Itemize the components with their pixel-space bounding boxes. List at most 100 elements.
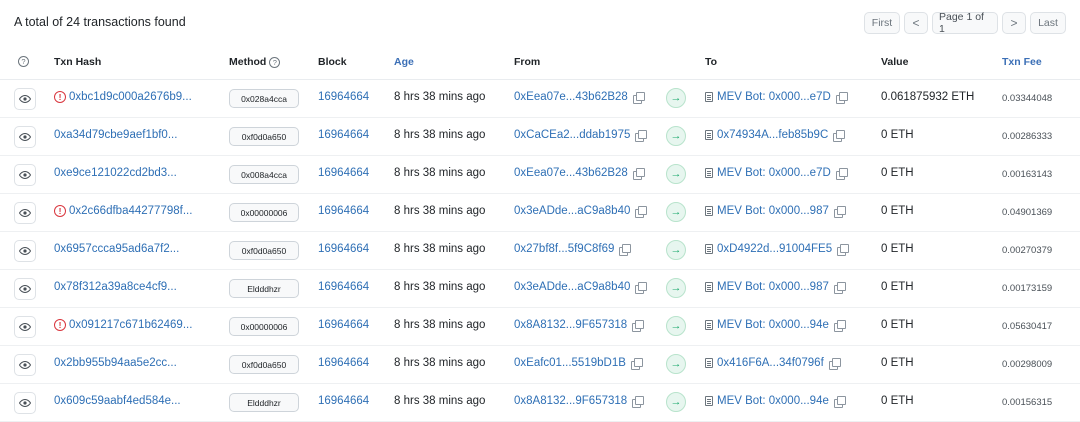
txn-fee-header[interactable]: Txn Fee bbox=[1002, 56, 1042, 68]
txn-fee-text: 0.05630417 bbox=[1002, 321, 1053, 332]
from-address-link[interactable]: 0xEea07e...43b62B28 bbox=[514, 91, 628, 103]
copy-icon[interactable] bbox=[833, 130, 846, 142]
view-details-button[interactable] bbox=[14, 316, 36, 338]
to-address-link[interactable]: MEV Bot: 0x000...987 bbox=[717, 281, 829, 293]
copy-icon[interactable] bbox=[630, 358, 643, 370]
copy-icon[interactable] bbox=[632, 168, 645, 180]
view-details-button[interactable] bbox=[14, 392, 36, 414]
table-row: ! 0x091217c671b62469... 0x00000006 16964… bbox=[0, 308, 1080, 346]
txn-hash-cell[interactable]: 0xe9ce121022cd2bd3... bbox=[54, 167, 177, 179]
txn-hash-cell[interactable]: 0x78f312a39a8ce4cf9... bbox=[54, 281, 177, 293]
txn-hash-cell[interactable]: 0x6957ccca95ad6a7f2... bbox=[54, 243, 179, 255]
view-details-button[interactable] bbox=[14, 164, 36, 186]
alert-circle-icon: ! bbox=[54, 205, 66, 217]
from-address-link[interactable]: 0x3eADde...aC9a8b40 bbox=[514, 281, 630, 293]
arrow-right-icon: → bbox=[666, 392, 686, 412]
block-link[interactable]: 16964664 bbox=[318, 281, 369, 293]
from-address-link[interactable]: 0xCaCEa2...ddab1975 bbox=[514, 129, 630, 141]
last-page-button[interactable]: Last bbox=[1030, 12, 1066, 34]
help-column-header[interactable]: ? bbox=[18, 56, 29, 67]
txn-hash-link[interactable]: 0x091217c671b62469... bbox=[69, 319, 192, 331]
txn-hash-link[interactable]: 0xbc1d9c000a2676b9... bbox=[69, 91, 192, 103]
from-address-link[interactable]: 0x8A8132...9F657318 bbox=[514, 395, 627, 407]
method-help-icon[interactable]: ? bbox=[269, 56, 281, 68]
txn-hash-link[interactable]: 0x609c59aabf4ed584e... bbox=[54, 395, 181, 407]
txn-hash-link[interactable]: 0x6957ccca95ad6a7f2... bbox=[54, 243, 179, 255]
from-address-link[interactable]: 0x3eADde...aC9a8b40 bbox=[514, 205, 630, 217]
table-row: 0xa34d79cbe9aef1bf0... 0xf0d0a650 169646… bbox=[0, 118, 1080, 156]
block-link[interactable]: 16964664 bbox=[318, 91, 369, 103]
from-cell: 0x3eADde...aC9a8b40 bbox=[514, 281, 648, 294]
txn-hash-link[interactable]: 0xe9ce121022cd2bd3... bbox=[54, 167, 177, 179]
to-address-link[interactable]: MEV Bot: 0x000...e7D bbox=[717, 167, 831, 179]
to-address-link[interactable]: MEV Bot: 0x000...e7D bbox=[717, 91, 831, 103]
prev-page-button[interactable]: < bbox=[904, 12, 928, 34]
arrow-right-icon: → bbox=[666, 240, 686, 260]
txn-hash-cell[interactable]: 0x2bb955b94aa5e2cc... bbox=[54, 357, 177, 369]
age-header-label[interactable]: Age bbox=[394, 56, 414, 68]
txn-hash-cell[interactable]: 0x609c59aabf4ed584e... bbox=[54, 395, 181, 407]
copy-icon[interactable] bbox=[619, 244, 632, 256]
block-link[interactable]: 16964664 bbox=[318, 395, 369, 407]
from-address-link[interactable]: 0xEea07e...43b62B28 bbox=[514, 167, 628, 179]
copy-icon[interactable] bbox=[835, 168, 848, 180]
from-address-link[interactable]: 0xEafc01...5519bD1B bbox=[514, 357, 626, 369]
view-details-button[interactable] bbox=[14, 354, 36, 376]
txn-hash-link[interactable]: 0x78f312a39a8ce4cf9... bbox=[54, 281, 177, 293]
next-page-button[interactable]: > bbox=[1002, 12, 1026, 34]
copy-icon[interactable] bbox=[835, 92, 848, 104]
copy-icon[interactable] bbox=[632, 92, 645, 104]
copy-icon[interactable] bbox=[833, 396, 846, 408]
block-link[interactable]: 16964664 bbox=[318, 167, 369, 179]
from-cell: 0xCaCEa2...ddab1975 bbox=[514, 129, 648, 142]
to-address-link[interactable]: MEV Bot: 0x000...94e bbox=[717, 319, 829, 331]
txn-fee-header-label[interactable]: Txn Fee bbox=[1002, 56, 1042, 68]
from-address-link[interactable]: 0x8A8132...9F657318 bbox=[514, 319, 627, 331]
block-link[interactable]: 16964664 bbox=[318, 205, 369, 217]
view-details-button[interactable] bbox=[14, 88, 36, 110]
copy-icon[interactable] bbox=[635, 282, 648, 294]
view-details-button[interactable] bbox=[14, 202, 36, 224]
age-text: 8 hrs 38 mins ago bbox=[394, 91, 486, 103]
method-label: Eldddhzr bbox=[247, 283, 281, 294]
block-link[interactable]: 16964664 bbox=[318, 357, 369, 369]
age-header[interactable]: Age bbox=[394, 56, 414, 68]
copy-icon[interactable] bbox=[833, 282, 846, 294]
view-details-button[interactable] bbox=[14, 278, 36, 300]
view-details-button[interactable] bbox=[14, 126, 36, 148]
value-text: 0 ETH bbox=[881, 243, 914, 255]
copy-icon[interactable] bbox=[828, 358, 841, 370]
to-address-link[interactable]: 0x74934A...feb85b9C bbox=[717, 129, 828, 141]
txn-hash-cell[interactable]: ! 0x091217c671b62469... bbox=[54, 319, 192, 331]
txn-hash-link[interactable]: 0x2bb955b94aa5e2cc... bbox=[54, 357, 177, 369]
block-link[interactable]: 16964664 bbox=[318, 129, 369, 141]
block-link[interactable]: 16964664 bbox=[318, 319, 369, 331]
eye-icon bbox=[19, 132, 31, 142]
txn-hash-cell[interactable]: ! 0x2c66dfba44277798f... bbox=[54, 205, 192, 217]
value-text: 0 ETH bbox=[881, 319, 914, 331]
block-link[interactable]: 16964664 bbox=[318, 243, 369, 255]
txn-hash-header: Txn Hash bbox=[54, 56, 101, 68]
to-address-link[interactable]: MEV Bot: 0x000...94e bbox=[717, 395, 829, 407]
copy-icon[interactable] bbox=[635, 130, 648, 142]
document-icon bbox=[705, 130, 713, 140]
copy-icon[interactable] bbox=[833, 206, 846, 218]
help-icon[interactable]: ? bbox=[18, 56, 29, 67]
txn-hash-link[interactable]: 0x2c66dfba44277798f... bbox=[69, 205, 192, 217]
from-address-link[interactable]: 0x27bf8f...5f9C8f69 bbox=[514, 243, 614, 255]
copy-icon[interactable] bbox=[632, 320, 645, 332]
to-address-link[interactable]: MEV Bot: 0x000...987 bbox=[717, 205, 829, 217]
txn-hash-link[interactable]: 0xa34d79cbe9aef1bf0... bbox=[54, 129, 177, 141]
txn-hash-cell[interactable]: 0xa34d79cbe9aef1bf0... bbox=[54, 129, 177, 141]
to-address-link[interactable]: 0x416F6A...34f0796f bbox=[717, 357, 824, 369]
copy-icon[interactable] bbox=[833, 320, 846, 332]
txn-hash-cell[interactable]: ! 0xbc1d9c000a2676b9... bbox=[54, 91, 192, 103]
view-details-button[interactable] bbox=[14, 240, 36, 262]
copy-icon[interactable] bbox=[635, 206, 648, 218]
first-page-button[interactable]: First bbox=[864, 12, 900, 34]
copy-icon[interactable] bbox=[632, 396, 645, 408]
to-address-link[interactable]: 0xD4922d...91004FE5 bbox=[717, 243, 832, 255]
copy-icon[interactable] bbox=[837, 244, 850, 256]
from-cell: 0x8A8132...9F657318 bbox=[514, 395, 645, 408]
arrow-right-icon: → bbox=[666, 278, 686, 298]
